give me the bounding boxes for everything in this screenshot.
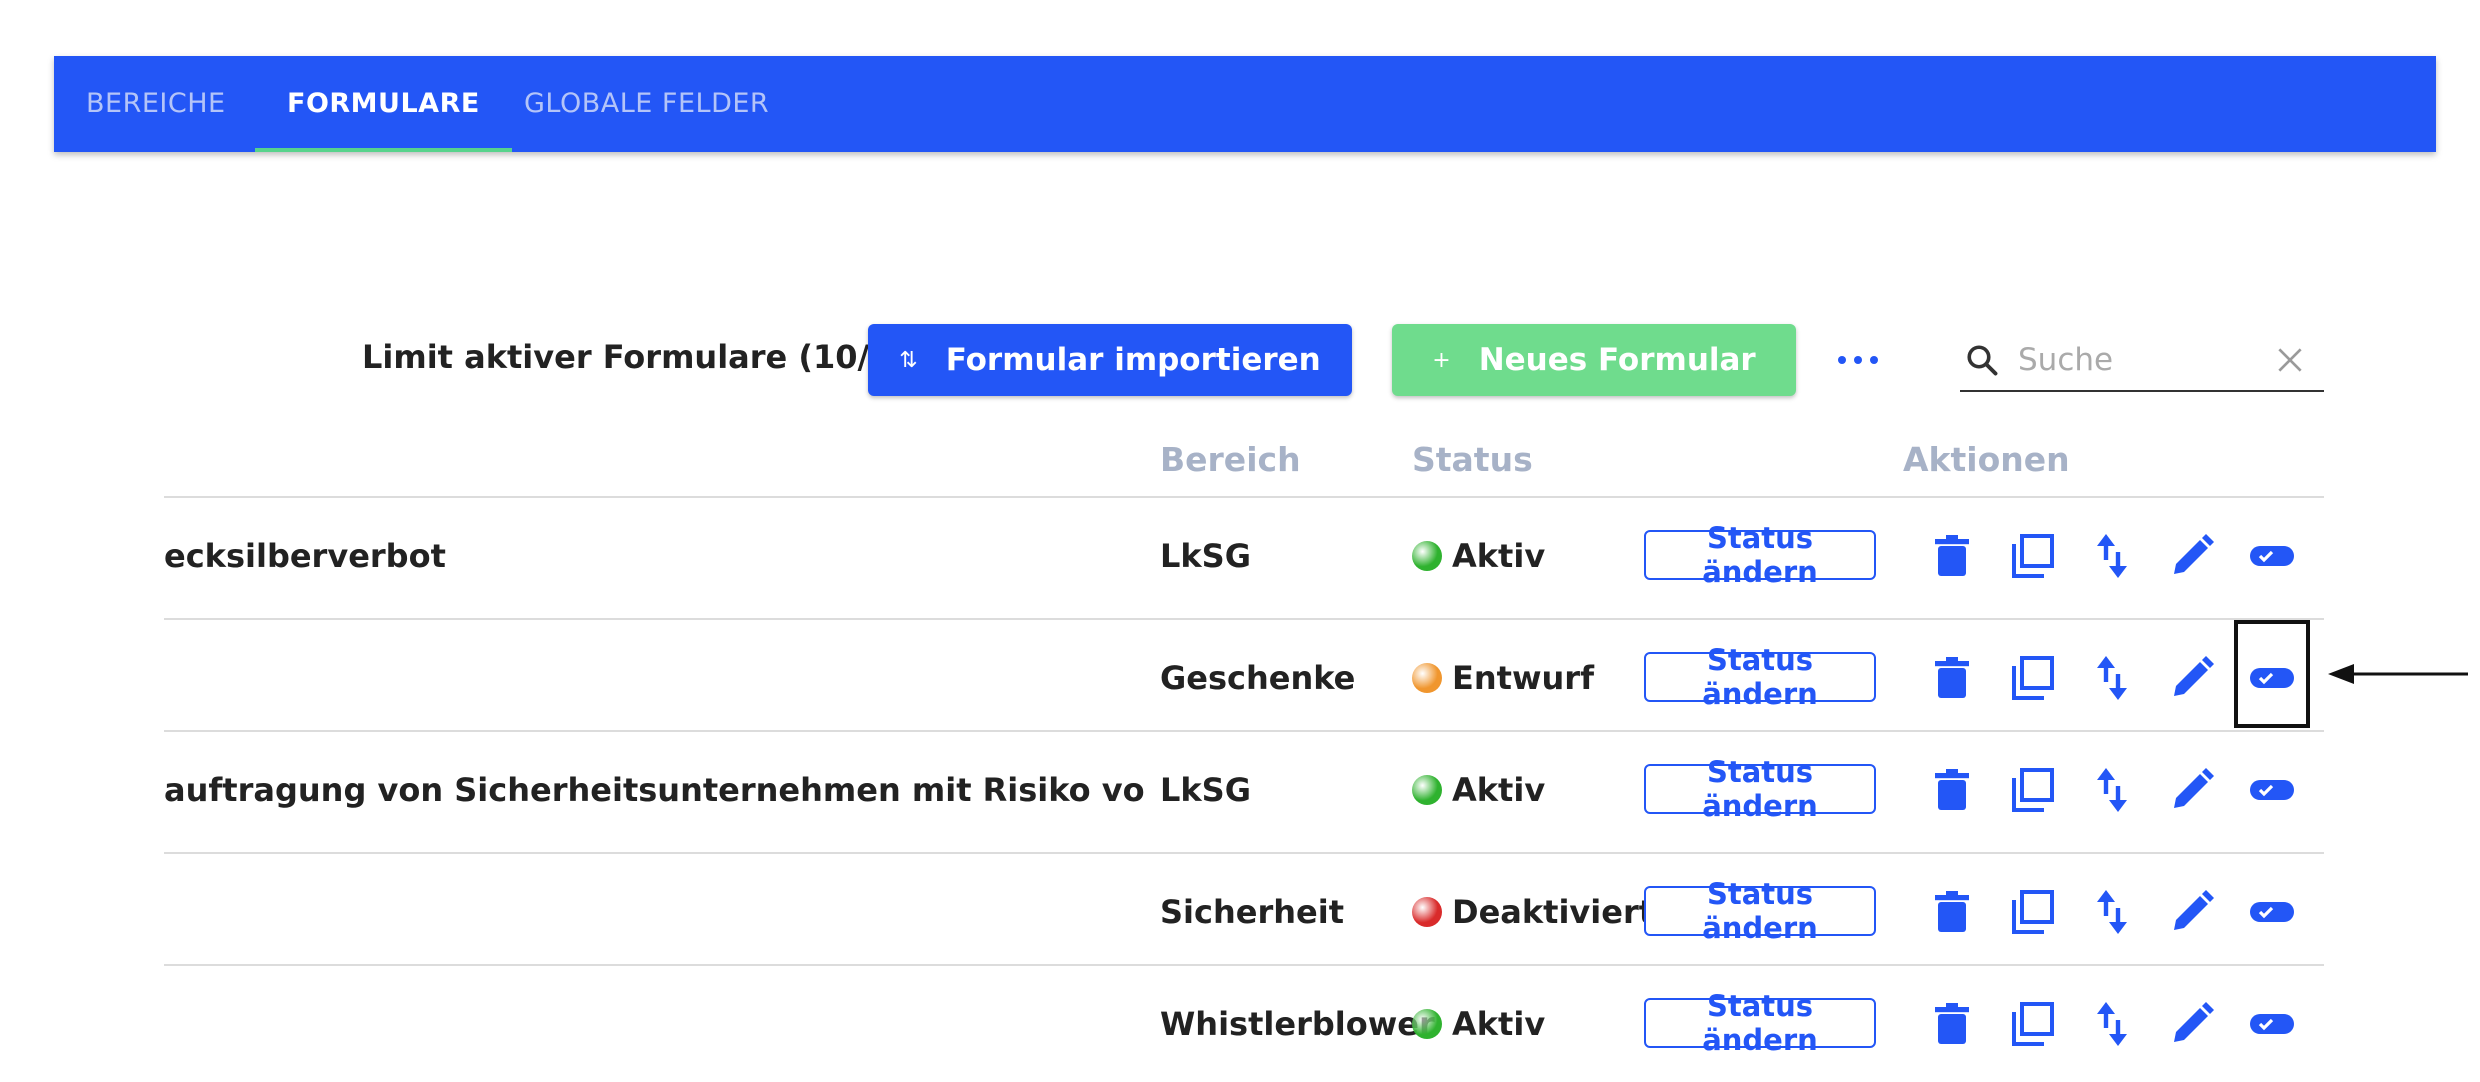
import-export-icon[interactable] bbox=[2088, 1000, 2136, 1048]
new-form-button[interactable]: + Neues Formular bbox=[1392, 324, 1796, 396]
form-area: LkSG bbox=[1160, 771, 1251, 809]
close-icon[interactable] bbox=[2274, 344, 2306, 376]
table-row: auftragung von Sicherheitsunternehmen mi… bbox=[0, 732, 2480, 848]
column-header-area: Bereich bbox=[1160, 440, 1301, 479]
change-status-button[interactable]: Status ändern bbox=[1644, 877, 1876, 945]
copy-icon[interactable] bbox=[2008, 1000, 2056, 1048]
status-label: Aktiv bbox=[1452, 537, 1546, 575]
status-dot-icon bbox=[1412, 1009, 1442, 1039]
status-dot-icon bbox=[1412, 541, 1442, 571]
status-label: Aktiv bbox=[1452, 1005, 1546, 1043]
toggle-icon[interactable] bbox=[2248, 766, 2296, 814]
status-label: Entwurf bbox=[1452, 659, 1594, 697]
toggle-icon[interactable] bbox=[2248, 532, 2296, 580]
copy-icon[interactable] bbox=[2008, 654, 2056, 702]
status-dot-icon bbox=[1412, 897, 1442, 927]
trash-icon[interactable] bbox=[1928, 766, 1976, 814]
change-status-button[interactable]: Status ändern bbox=[1644, 989, 1876, 1057]
form-status: Aktiv bbox=[1412, 498, 1545, 614]
copy-icon[interactable] bbox=[2008, 766, 2056, 814]
form-name[interactable]: ecksilberverbot bbox=[164, 498, 446, 614]
copy-icon[interactable] bbox=[2008, 532, 2056, 580]
column-header-status: Status bbox=[1412, 440, 1533, 479]
form-area: Whistlerblower bbox=[1160, 1005, 1435, 1043]
change-status-button[interactable]: Status ändern bbox=[1644, 755, 1876, 823]
edit-pencil-icon[interactable] bbox=[2168, 532, 2216, 580]
change-status-button[interactable]: Status ändern bbox=[1644, 643, 1876, 711]
toggle-icon[interactable] bbox=[2248, 1000, 2296, 1048]
import-arrows-icon: ⇅ bbox=[899, 347, 918, 373]
status-label: Aktiv bbox=[1452, 771, 1546, 809]
edit-pencil-icon[interactable] bbox=[2168, 766, 2216, 814]
highlight-box bbox=[2234, 620, 2310, 728]
table-row: ecksilberverbot LkSG Aktiv Status ändern bbox=[0, 498, 2480, 614]
change-status-button[interactable]: Status ändern bbox=[1644, 521, 1876, 589]
import-export-icon[interactable] bbox=[2088, 766, 2136, 814]
status-dot-icon bbox=[1412, 775, 1442, 805]
column-header-actions: Aktionen bbox=[1903, 440, 2070, 479]
top-tab-bar: BEREICHE FORMULARE GLOBALE FELDER bbox=[54, 56, 2436, 152]
more-dots-icon[interactable] bbox=[1838, 338, 1878, 382]
import-export-icon[interactable] bbox=[2088, 654, 2136, 702]
form-status: Entwurf bbox=[1412, 620, 1594, 736]
status-dot-icon bbox=[1412, 663, 1442, 693]
form-area: LkSG bbox=[1160, 537, 1251, 575]
search-field bbox=[1960, 330, 2324, 392]
trash-icon[interactable] bbox=[1928, 1000, 1976, 1048]
form-name[interactable]: auftragung von Sicherheitsunternehmen mi… bbox=[164, 732, 1144, 848]
table-row: Geschenke Entwurf Status ändern bbox=[0, 620, 2480, 736]
tab-formulare[interactable]: FORMULARE bbox=[255, 56, 512, 152]
edit-pencil-icon[interactable] bbox=[2168, 888, 2216, 936]
trash-icon[interactable] bbox=[1928, 654, 1976, 702]
trash-icon[interactable] bbox=[1928, 888, 1976, 936]
active-forms-limit: Limit aktiver Formulare (10/10) bbox=[362, 338, 929, 376]
form-area: Sicherheit bbox=[1160, 893, 1344, 931]
copy-icon[interactable] bbox=[2008, 888, 2056, 936]
toggle-icon[interactable] bbox=[2248, 888, 2296, 936]
new-form-label: Neues Formular bbox=[1478, 342, 1756, 378]
edit-pencil-icon[interactable] bbox=[2168, 1000, 2216, 1048]
plus-icon: + bbox=[1432, 347, 1451, 373]
pointer-arrow-icon bbox=[2328, 664, 2468, 684]
table-row: Whistlerblower Aktiv Status ändern bbox=[0, 966, 2480, 1082]
form-status: Deaktiviert bbox=[1412, 854, 1654, 970]
search-icon bbox=[1967, 345, 1998, 376]
edit-pencil-icon[interactable] bbox=[2168, 654, 2216, 702]
import-export-icon[interactable] bbox=[2088, 888, 2136, 936]
import-form-label: Formular importieren bbox=[945, 342, 1321, 378]
table-row: Sicherheit Deaktiviert Status ändern bbox=[0, 854, 2480, 970]
search-input[interactable] bbox=[2016, 336, 2260, 384]
form-area: Geschenke bbox=[1160, 659, 1356, 697]
form-status: Aktiv bbox=[1412, 732, 1545, 848]
status-label: Deaktiviert bbox=[1452, 893, 1655, 931]
trash-icon[interactable] bbox=[1928, 532, 1976, 580]
import-form-button[interactable]: ⇅ Formular importieren bbox=[868, 324, 1352, 396]
tab-bereiche[interactable]: BEREICHE bbox=[86, 56, 226, 152]
tab-globale-felder[interactable]: GLOBALE FELDER bbox=[524, 56, 769, 152]
import-export-icon[interactable] bbox=[2088, 532, 2136, 580]
form-status: Aktiv bbox=[1412, 966, 1545, 1082]
